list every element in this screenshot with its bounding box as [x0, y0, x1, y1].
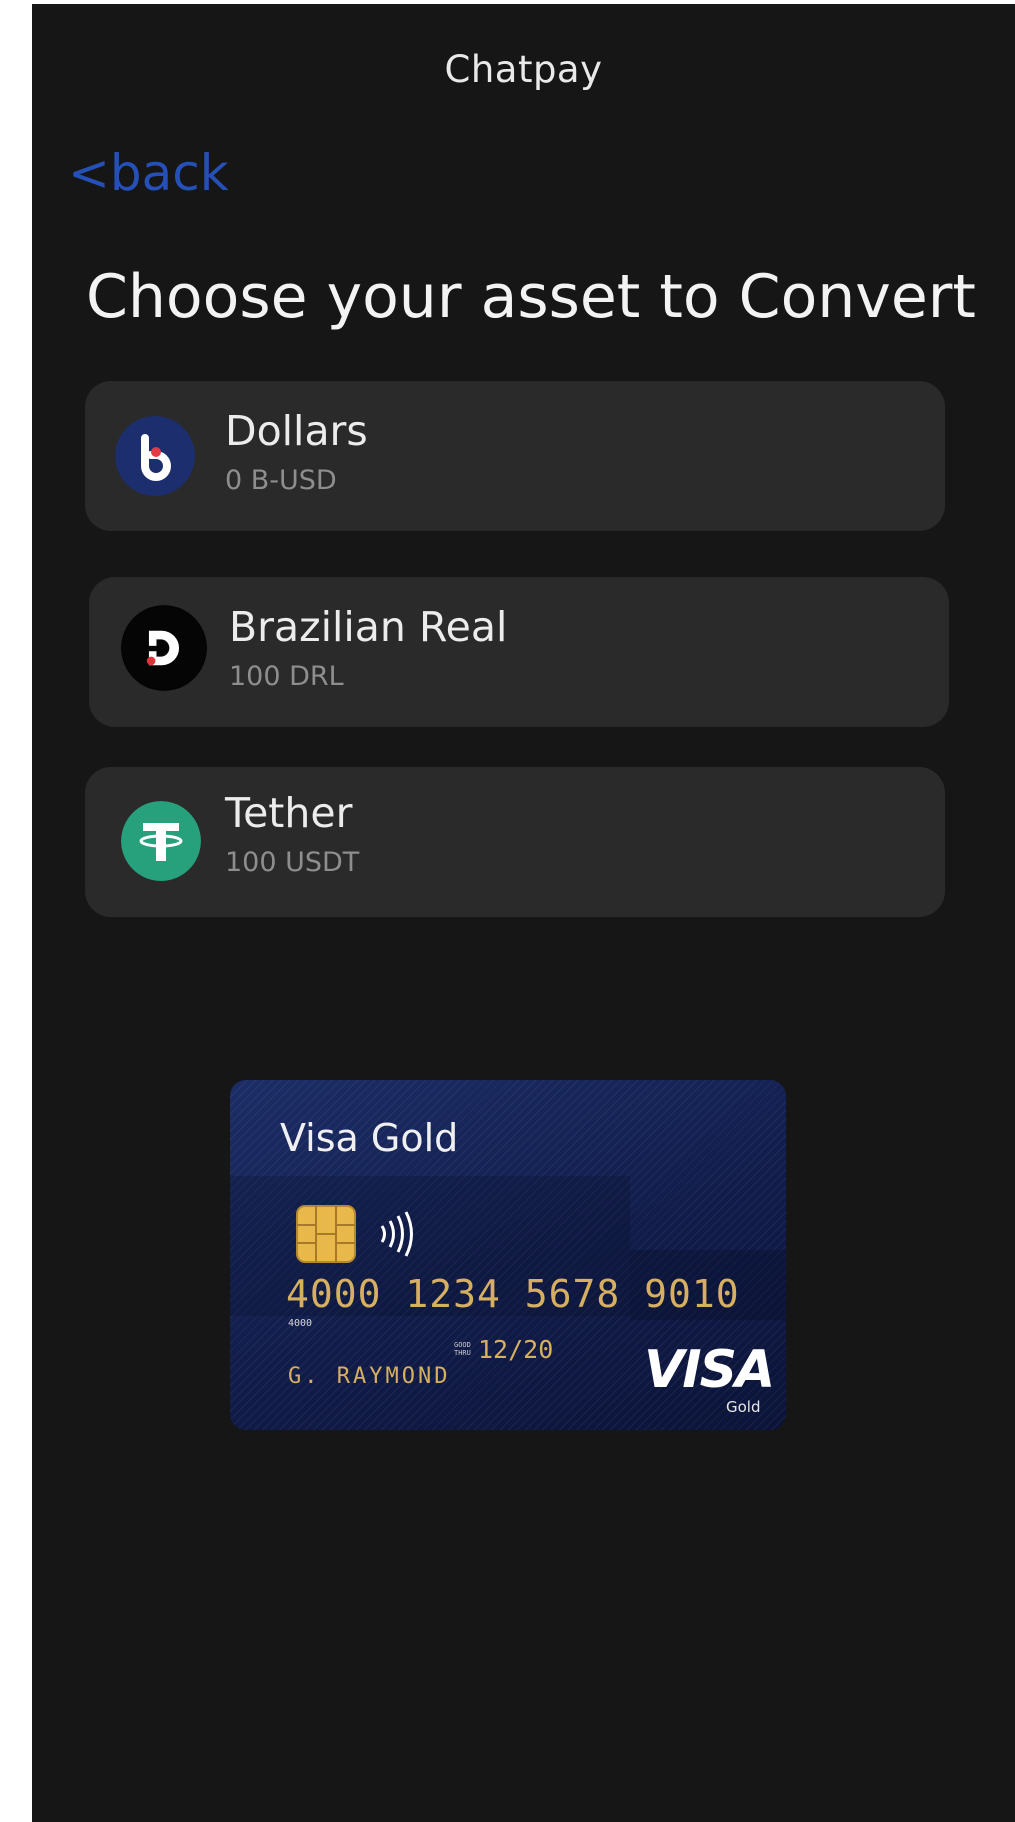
contactless-icon — [380, 1211, 413, 1257]
asset-option-dollars[interactable]: Dollars 0 B-USD — [85, 381, 945, 531]
asset-name: Brazilian Real — [229, 603, 508, 651]
visa-gold-card[interactable]: Visa Gold 4000 1234 5678 9010 4000 GOOD … — [230, 1080, 786, 1430]
drl-logo-icon — [121, 605, 207, 691]
chip-icon — [296, 1205, 356, 1263]
app-title: Chatpay — [444, 48, 603, 91]
asset-balance: 100 USDT — [225, 847, 360, 878]
card-small-digits: 4000 — [288, 1318, 313, 1329]
asset-balance: 0 B-USD — [225, 465, 337, 496]
asset-option-tether[interactable]: Tether 100 USDT — [85, 767, 945, 917]
bitso-logo-icon — [115, 416, 195, 496]
card-expiry: 12/20 — [478, 1335, 554, 1364]
visa-logo-sub: Gold — [726, 1398, 761, 1416]
page-heading: Choose your asset to Convert — [86, 262, 976, 332]
app-screen: Chatpay <back Choose your asset to Conve… — [32, 4, 1015, 1822]
card-title: Visa Gold — [280, 1116, 459, 1160]
tether-logo-icon — [121, 801, 201, 881]
card-holder: G. RAYMOND — [288, 1364, 451, 1389]
asset-name: Dollars — [225, 407, 368, 455]
back-button[interactable]: <back — [68, 144, 229, 202]
asset-balance: 100 DRL — [229, 661, 344, 692]
asset-option-brazilian-real[interactable]: Brazilian Real 100 DRL — [89, 577, 949, 727]
visa-logo: VISA — [644, 1340, 775, 1400]
card-valid-thru: GOOD THRU — [454, 1341, 471, 1357]
asset-name: Tether — [225, 789, 353, 837]
card-number: 4000 1234 5678 9010 — [286, 1272, 740, 1316]
